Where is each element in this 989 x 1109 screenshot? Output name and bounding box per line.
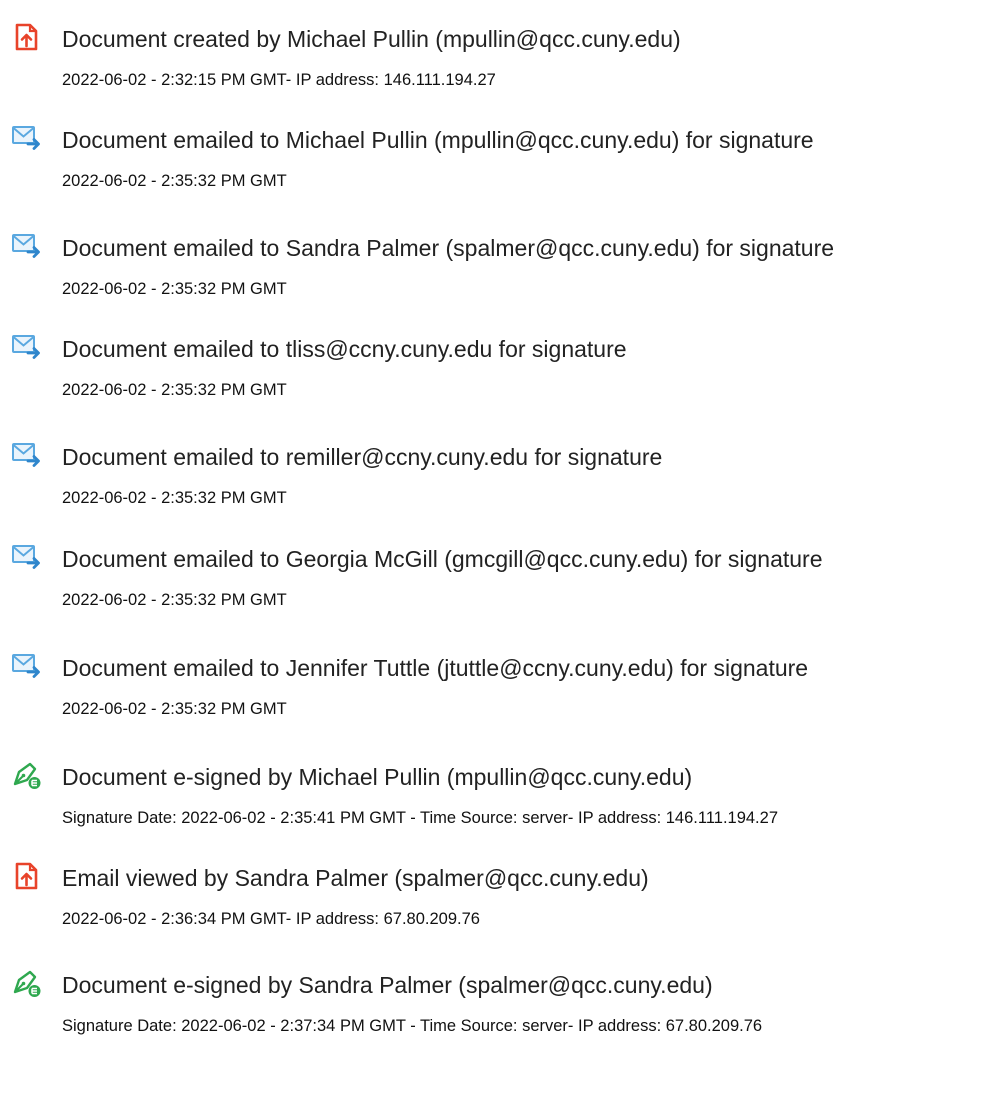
audit-entry: Document e-signed by Michael Pullin (mpu… — [0, 760, 989, 860]
entry-detail: 2022-06-02 - 2:35:32 PM GMT — [62, 381, 287, 399]
entry-title: Document emailed to Jennifer Tuttle (jtu… — [62, 655, 809, 681]
entry-title: Document emailed to remiller@ccny.cuny.e… — [62, 444, 663, 470]
audit-entry: Document emailed to Jennifer Tuttle (jtu… — [0, 651, 989, 751]
entry-detail: 2022-06-02 - 2:35:32 PM GMT — [62, 172, 287, 190]
audit-entry: Document emailed to Michael Pullin (mpul… — [0, 123, 989, 223]
email-sent-icon — [11, 651, 41, 681]
entry-detail: 2022-06-02 - 2:35:32 PM GMT — [62, 591, 287, 609]
entry-title: Document e-signed by Michael Pullin (mpu… — [62, 764, 693, 790]
audit-entry: Document emailed to tliss@ccny.cuny.edu … — [0, 332, 989, 432]
email-sent-icon — [11, 440, 41, 470]
document-viewed-icon — [11, 861, 41, 891]
email-sent-icon — [11, 542, 41, 572]
audit-entry: Document emailed to Sandra Palmer (spalm… — [0, 231, 989, 331]
entry-detail: 2022-06-02 - 2:35:32 PM GMT — [62, 489, 287, 507]
entry-detail: 2022-06-02 - 2:36:34 PM GMT- IP address:… — [62, 910, 480, 928]
entry-title: Email viewed by Sandra Palmer (spalmer@q… — [62, 865, 649, 891]
entry-title: Document created by Michael Pullin (mpul… — [62, 26, 681, 52]
document-created-icon — [11, 22, 41, 52]
e-signature-icon — [11, 760, 41, 790]
entry-title: Document emailed to Sandra Palmer (spalm… — [62, 235, 835, 261]
entry-detail: Signature Date: 2022-06-02 - 2:35:41 PM … — [62, 809, 778, 827]
audit-entry: Document emailed to remiller@ccny.cuny.e… — [0, 440, 989, 540]
entry-detail: 2022-06-02 - 2:35:32 PM GMT — [62, 700, 287, 718]
audit-entry: Document emailed to Georgia McGill (gmcg… — [0, 542, 989, 642]
audit-entry: Email viewed by Sandra Palmer (spalmer@q… — [0, 861, 989, 961]
entry-title: Document e-signed by Sandra Palmer (spal… — [62, 972, 713, 998]
entry-title: Document emailed to Michael Pullin (mpul… — [62, 127, 814, 153]
entry-detail: 2022-06-02 - 2:32:15 PM GMT- IP address:… — [62, 71, 496, 89]
entry-detail: 2022-06-02 - 2:35:32 PM GMT — [62, 280, 287, 298]
email-sent-icon — [11, 332, 41, 362]
e-signature-icon — [11, 968, 41, 998]
entry-detail: Signature Date: 2022-06-02 - 2:37:34 PM … — [62, 1017, 763, 1035]
entry-title: Document emailed to tliss@ccny.cuny.edu … — [62, 336, 627, 362]
audit-entry: Document e-signed by Sandra Palmer (spal… — [0, 968, 989, 1068]
audit-entry: Document created by Michael Pullin (mpul… — [0, 22, 989, 122]
entry-title: Document emailed to Georgia McGill (gmcg… — [62, 546, 823, 572]
email-sent-icon — [11, 123, 41, 153]
email-sent-icon — [11, 231, 41, 261]
